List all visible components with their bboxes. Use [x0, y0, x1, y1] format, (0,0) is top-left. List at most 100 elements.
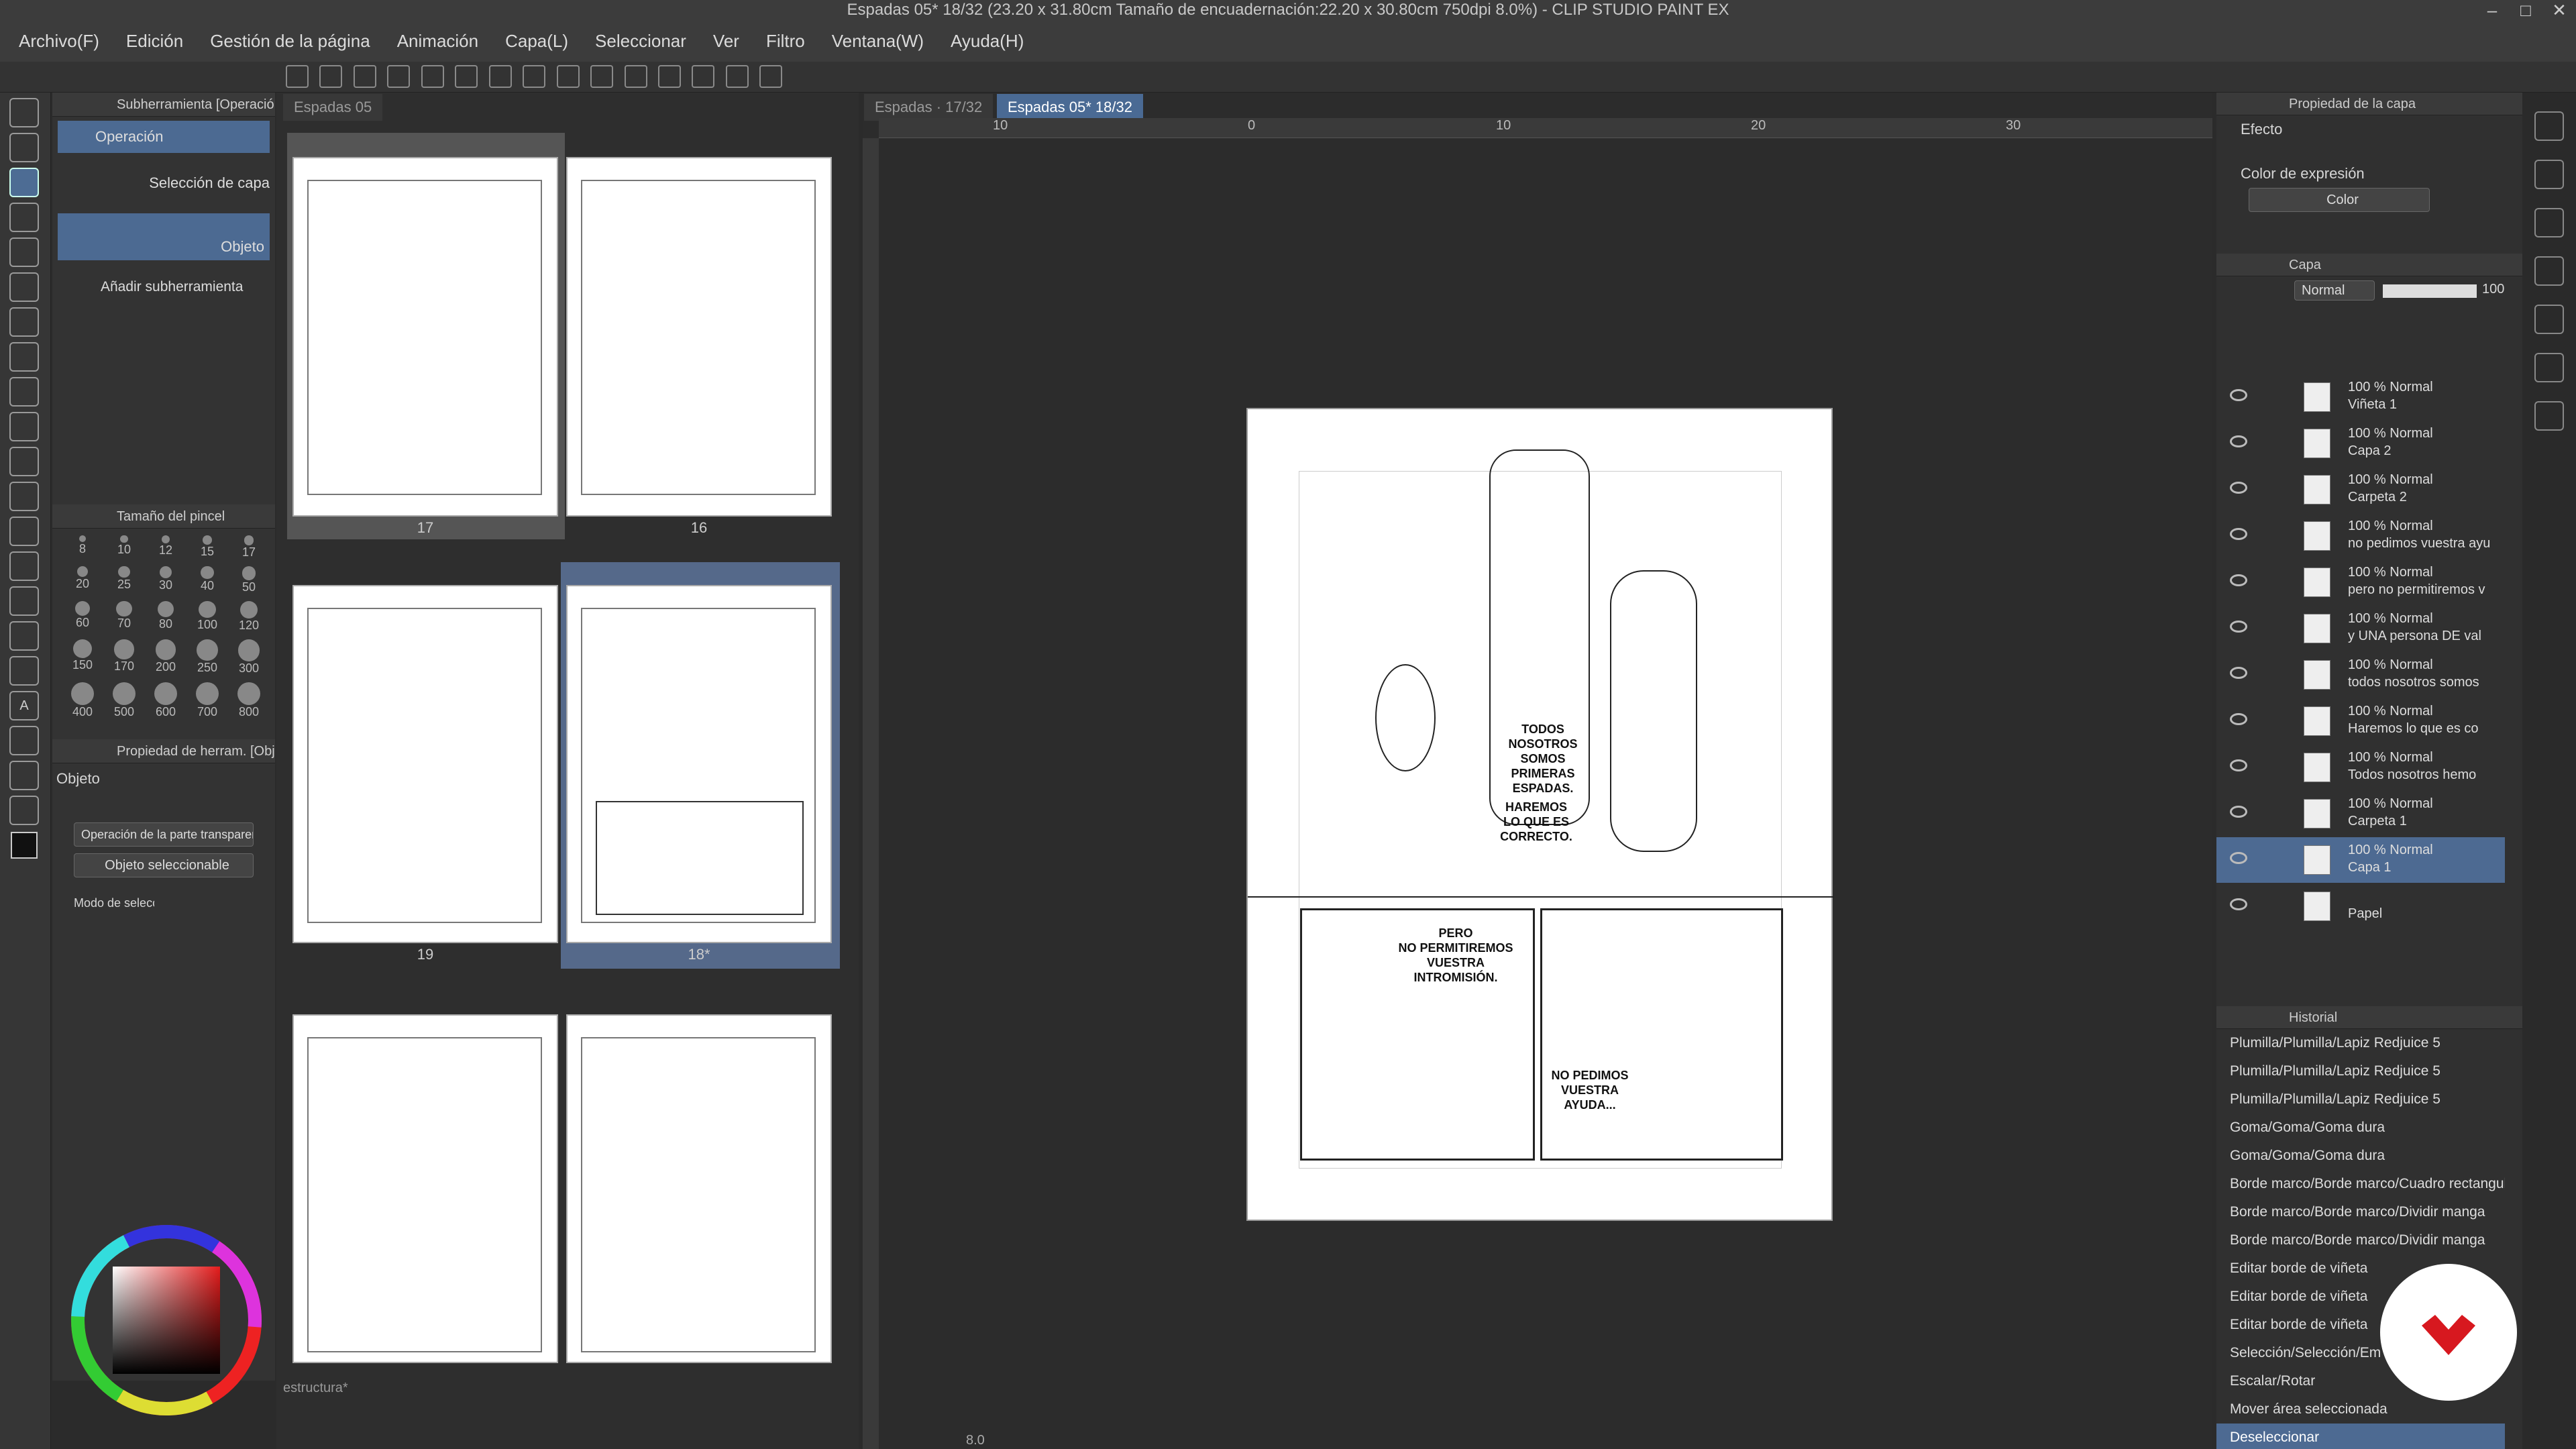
layer-row[interactable]: 100 % Normal Capa 1	[2216, 837, 2505, 883]
save-icon[interactable]	[387, 65, 411, 88]
layer-row[interactable]: 100 % Normal Capa 2	[2216, 421, 2505, 466]
selectable-object-dropdown[interactable]: Objeto seleccionable	[74, 853, 254, 878]
brush-size-cell[interactable]: 25	[103, 566, 145, 594]
opacity-slider[interactable]	[2383, 284, 2477, 298]
open-file-icon[interactable]	[353, 65, 376, 88]
new-file-icon[interactable]	[319, 65, 343, 88]
brush-size-cell[interactable]: 10	[103, 535, 145, 559]
layer-search-icon[interactable]	[2534, 208, 2564, 237]
blend-mode-dropdown[interactable]: Normal	[2294, 280, 2375, 301]
visibility-eye-icon[interactable]	[2230, 852, 2247, 864]
brush-size-cell[interactable]: 200	[145, 639, 186, 676]
menu-gestion-pagina[interactable]: Gestión de la página	[210, 31, 370, 52]
visibility-eye-icon[interactable]	[2230, 898, 2247, 910]
eraser-icon[interactable]	[9, 482, 39, 511]
brush-size-cell[interactable]: 150	[62, 639, 103, 676]
brush-size-cell[interactable]: 300	[228, 639, 270, 676]
visibility-eye-icon[interactable]	[2230, 806, 2247, 818]
subtool-operacion-group[interactable]: Operación	[58, 121, 270, 153]
visibility-eye-icon[interactable]	[2230, 621, 2247, 633]
visibility-eye-icon[interactable]	[2230, 667, 2247, 679]
history-item[interactable]: Plumilla/Plumilla/Lapiz Redjuice 5	[2216, 1057, 2505, 1085]
material-icon[interactable]	[2534, 256, 2564, 286]
deselect-icon[interactable]	[590, 65, 614, 88]
auto-select-icon[interactable]	[9, 272, 39, 302]
brush-size-cell[interactable]: 60	[62, 600, 103, 633]
animation-icon[interactable]	[2534, 305, 2564, 334]
layer-row[interactable]: 100 % Normal Haremos lo que es co	[2216, 698, 2505, 744]
help-icon[interactable]	[759, 65, 783, 88]
history-item[interactable]: Plumilla/Plumilla/Lapiz Redjuice 5	[2216, 1029, 2505, 1057]
page-17-thumbnail[interactable]	[292, 157, 558, 517]
page-manager-tab[interactable]: Espadas 05	[283, 94, 383, 121]
balloon-icon[interactable]	[9, 726, 39, 755]
zoom-icon[interactable]	[9, 98, 39, 127]
pen-icon[interactable]	[9, 342, 39, 372]
pencil-icon[interactable]	[9, 377, 39, 407]
text-icon[interactable]: A	[9, 691, 39, 720]
visibility-eye-icon[interactable]	[2230, 759, 2247, 771]
brush-size-cell[interactable]: 70	[103, 600, 145, 633]
move-layer-icon[interactable]	[9, 203, 39, 232]
layer-row[interactable]: 100 % Normal todos nosotros somos	[2216, 652, 2505, 698]
snap-ruler-icon[interactable]	[657, 65, 681, 88]
menu-ventana[interactable]: Ventana(W)	[832, 31, 924, 52]
menu-filtro[interactable]: Filtro	[766, 31, 805, 52]
brush-size-cell[interactable]: 700	[186, 682, 228, 719]
visibility-eye-icon[interactable]	[2230, 482, 2247, 494]
brush-size-cell[interactable]: 8	[62, 535, 103, 559]
manga-page-canvas[interactable]: TODOS NOSOTROS SOMOS PRIMERAS ESPADAS. H…	[1246, 408, 1834, 1221]
history-item[interactable]: Goma/Goma/Goma dura	[2216, 1142, 2505, 1170]
navigator-icon[interactable]	[2534, 111, 2564, 141]
brush-size-cell[interactable]: 15	[186, 535, 228, 559]
canvas-tab-17[interactable]: Espadas · 17/32	[864, 94, 994, 121]
color-set-icon[interactable]	[2534, 353, 2564, 382]
menu-capa[interactable]: Capa(L)	[505, 31, 568, 52]
figure-icon[interactable]	[9, 621, 39, 651]
main-color-swatch[interactable]	[11, 832, 38, 859]
maximize-icon[interactable]: □	[2509, 0, 2542, 20]
add-subtool-button[interactable]: Añadir subherramienta	[52, 271, 275, 303]
structure-tab-label[interactable]: estructura*	[283, 1381, 348, 1396]
menu-animacion[interactable]: Animación	[397, 31, 478, 52]
redo-icon[interactable]	[455, 65, 478, 88]
brush-size-cell[interactable]: 500	[103, 682, 145, 719]
airbrush-icon[interactable]	[9, 447, 39, 476]
brush-size-cell[interactable]: 20	[62, 566, 103, 594]
history-item[interactable]: Goma/Goma/Goma dura	[2216, 1114, 2505, 1142]
undo-icon[interactable]	[421, 65, 444, 88]
gradient-icon[interactable]	[9, 586, 39, 616]
invert-selection-icon[interactable]	[624, 65, 647, 88]
eyedropper-icon[interactable]	[9, 307, 39, 337]
brush-size-cell[interactable]: 400	[62, 682, 103, 719]
brush-size-cell[interactable]: 30	[145, 566, 186, 594]
clear-icon[interactable]	[488, 65, 512, 88]
lasso-icon[interactable]	[9, 237, 39, 267]
subtool-objeto[interactable]: Objeto	[58, 213, 270, 260]
history-item[interactable]: Plumilla/Plumilla/Lapiz Redjuice 5	[2216, 1085, 2505, 1114]
operation-icon[interactable]	[9, 168, 39, 197]
history-item[interactable]: Borde marco/Borde marco/Cuadro rectangul…	[2216, 1170, 2505, 1198]
fill-icon[interactable]	[523, 65, 546, 88]
page-18-thumbnail[interactable]	[566, 585, 832, 943]
speech-bubble-1[interactable]: TODOS NOSOTROS SOMOS PRIMERAS ESPADAS.	[1476, 722, 1610, 796]
brush-size-cell[interactable]: 40	[186, 566, 228, 594]
ruler-icon[interactable]	[9, 796, 39, 825]
expression-color-dropdown[interactable]: Color	[2249, 188, 2430, 212]
history-item[interactable]: Borde marco/Borde marco/Dividir manga	[2216, 1226, 2505, 1254]
layer-row[interactable]: 100 % Normal y UNA persona DE val	[2216, 606, 2505, 651]
brush-size-cell[interactable]: 100	[186, 600, 228, 633]
canvas-tab-18[interactable]: Espadas 05* 18/32	[997, 94, 1143, 121]
layer-row[interactable]: 100 % Normal no pedimos vuestra ayu	[2216, 513, 2505, 559]
zoom-readout[interactable]: 8.0	[966, 1433, 985, 1448]
snap-grid-icon[interactable]	[725, 65, 749, 88]
fill-tool-icon[interactable]	[9, 551, 39, 581]
page-16-thumbnail[interactable]	[566, 157, 832, 517]
brush-size-cell[interactable]: 17	[228, 535, 270, 559]
close-icon[interactable]: ✕	[2542, 0, 2576, 20]
transparent-op-dropdown[interactable]: Operación de la parte transparente	[74, 822, 254, 847]
item-bank-icon[interactable]	[2534, 401, 2564, 431]
visibility-eye-icon[interactable]	[2230, 574, 2247, 586]
frame-border-icon[interactable]	[9, 656, 39, 686]
opacity-value[interactable]: 100	[2482, 282, 2504, 297]
